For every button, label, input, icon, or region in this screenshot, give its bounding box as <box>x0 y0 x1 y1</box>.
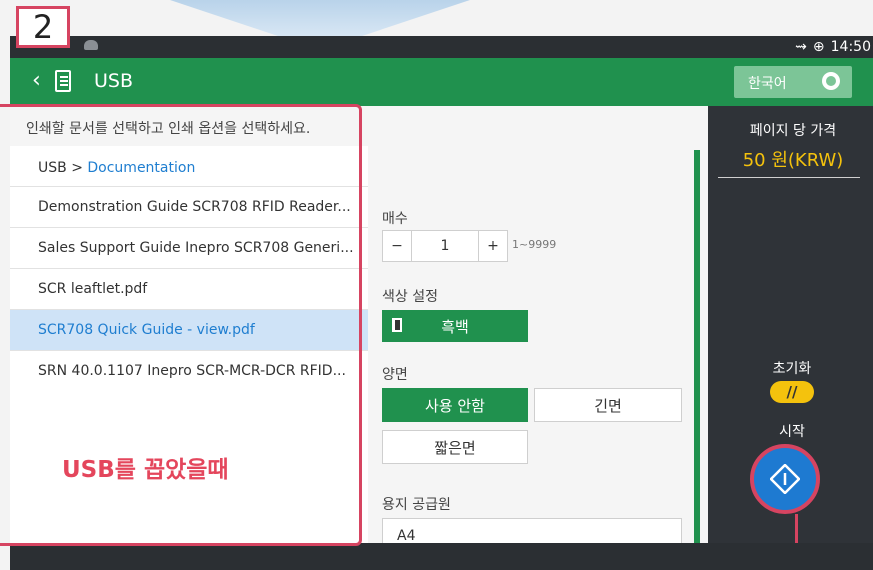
file-item[interactable]: Sales Support Guide Inepro SCR708 Generi… <box>10 227 368 268</box>
color-bw-button[interactable]: 흑백 <box>382 310 528 342</box>
file-item[interactable]: SCR leaftlet.pdf <box>10 268 368 309</box>
page-title: USB <box>94 70 134 92</box>
start-icon <box>770 464 800 494</box>
globe-icon: ⊕ <box>812 39 825 55</box>
step-number-badge: 2 <box>16 6 70 48</box>
document-icon <box>55 70 71 92</box>
printer-screen: ⇝ ⊕ 14:50 ‹ USB 한국어 인쇄할 문서를 선택하고 인쇄 옵션을 … <box>10 36 873 570</box>
annotation-text: USB를 꼽았을때 <box>62 457 229 483</box>
panel-divider <box>694 150 700 543</box>
breadcrumb: USB > Documentation <box>38 160 195 176</box>
copies-plus-button[interactable]: + <box>479 231 507 261</box>
step-number: 2 <box>32 8 54 46</box>
instruction-text: 인쇄할 문서를 선택하고 인쇄 옵션을 선택하세요. <box>26 121 311 137</box>
duplex-label: 양면 <box>382 367 408 383</box>
file-item[interactable]: SRN 40.0.1107 Inepro SCR-MCR-DCR RFID... <box>10 350 368 391</box>
app-notification-icon <box>84 40 98 50</box>
language-button[interactable]: 한국어 <box>734 66 852 98</box>
start-button[interactable] <box>750 444 820 514</box>
breadcrumb-separator: > <box>66 160 88 176</box>
breadcrumb-current: Documentation <box>87 160 196 176</box>
file-item[interactable]: Demonstration Guide SCR708 RFID Reader..… <box>10 186 368 227</box>
file-item-selected[interactable]: SCR708 Quick Guide - view.pdf <box>10 309 368 350</box>
back-icon[interactable]: ‹ <box>32 70 41 92</box>
status-bar: ⇝ ⊕ 14:50 <box>10 36 873 58</box>
copies-label: 매수 <box>382 211 408 227</box>
duplex-long-edge-button[interactable]: 긴면 <box>534 388 682 422</box>
copies-stepper: − 1 + <box>382 230 508 262</box>
color-setting-label: 색상 설정 <box>382 289 438 305</box>
file-list: Demonstration Guide SCR708 RFID Reader..… <box>10 186 368 391</box>
duplex-short-edge-button[interactable]: 짧은면 <box>382 430 528 464</box>
reset-label: 초기화 <box>772 361 812 377</box>
language-globe-icon <box>822 72 840 90</box>
black-white-icon <box>392 318 402 332</box>
reset-button[interactable]: // <box>770 381 814 403</box>
copies-value[interactable]: 1 <box>411 231 479 261</box>
breadcrumb-root[interactable]: USB <box>38 160 67 176</box>
price-label: 페이지 당 가격 <box>749 123 837 139</box>
bottom-bar <box>10 543 873 570</box>
header: ‹ USB 한국어 <box>10 58 873 106</box>
duplex-off-button[interactable]: 사용 안함 <box>382 388 528 422</box>
usb-icon: ⇝ <box>795 39 807 55</box>
status-right: ⇝ ⊕ 14:50 <box>795 39 871 55</box>
start-label: 시작 <box>779 424 805 440</box>
status-time: 14:50 <box>830 39 871 55</box>
price-value: 50 원(KRW) <box>742 150 844 171</box>
language-label: 한국어 <box>748 76 787 92</box>
price-divider <box>718 177 860 178</box>
color-bw-label: 흑백 <box>441 317 469 336</box>
copies-range: 1~9999 <box>512 238 557 251</box>
copies-minus-button[interactable]: − <box>383 231 411 261</box>
paper-source-label: 용지 공급원 <box>382 497 451 513</box>
